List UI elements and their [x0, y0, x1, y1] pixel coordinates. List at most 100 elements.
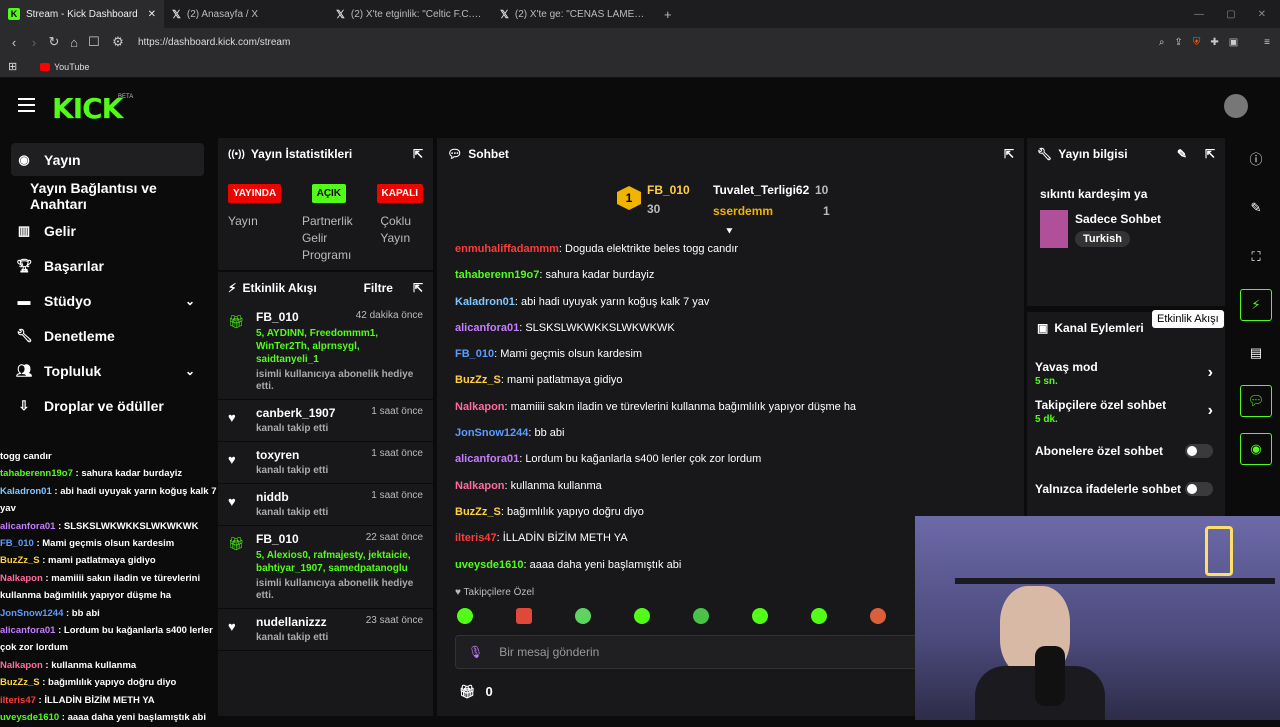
maximize-icon[interactable]: ▢ [1226, 9, 1235, 20]
emote[interactable] [811, 608, 827, 624]
bookmark-icon[interactable]: ☐ [84, 34, 104, 50]
tab-title: (2) X'te etginlik: "Celtic F.C. stadyum.… [350, 8, 484, 20]
sidebar-item-stream-key[interactable]: Yayın Bağlantısı ve Anahtarı [0, 178, 215, 213]
avatar[interactable] [1224, 94, 1248, 118]
chat-username[interactable]: FB_010 [455, 348, 494, 360]
chat-text: : mamiiii sakın iladin ve türevlerini [42, 572, 201, 584]
activity-feed-toggle-icon[interactable]: ⚡︎ [1240, 289, 1272, 321]
subscribers-only-toggle[interactable] [1185, 444, 1213, 458]
list-item[interactable]: 🎁︎ 22 saat önce FB_010 5, Alexios0, rafmaje… [218, 526, 433, 609]
site-settings-icon[interactable]: ⚙ [108, 34, 128, 50]
chat-username[interactable]: JonSnow1244 [455, 427, 528, 439]
close-tab-icon[interactable]: ✕ [148, 9, 156, 20]
multistream-status-badge: KAPALI [376, 184, 423, 203]
chat-username[interactable]: BuzZz_S [455, 374, 501, 386]
url-field[interactable]: https://dashboard.kick.com/stream [138, 37, 1159, 48]
heart-icon: ♥ [228, 619, 236, 634]
chat-username[interactable]: ilteris47 [455, 532, 497, 544]
tab-x-event[interactable]: 𝕏 (2) X'te etginlik: "Celtic F.C. stadyu… [328, 0, 492, 28]
chat-toggle-icon[interactable]: 💬︎ [1240, 385, 1272, 417]
list-item[interactable]: ♥ 23 saat önce nudellanizzz kanalı takip et… [218, 609, 433, 651]
sidebar-item-basarilar[interactable]: 🏆︎ Başarılar [0, 248, 215, 283]
edit-icon[interactable]: ✎ [1240, 192, 1272, 224]
neon-sign [1205, 526, 1233, 576]
list-item[interactable]: ♥ 1 saat önce canberk_1907 kanalı takip ett… [218, 400, 433, 442]
chat-username[interactable]: Nalkapon [455, 480, 505, 492]
brave-shield-icon[interactable]: ⛨ [1193, 37, 1201, 48]
heart-icon: ♥ [455, 587, 461, 598]
activity-time: 42 dakika önce [355, 310, 423, 321]
minimize-icon[interactable]: — [1194, 9, 1204, 20]
points-counter[interactable]: 🎁︎ 0 [459, 684, 493, 700]
chat-header: 💬︎ Sohbet ⇱ [437, 138, 1024, 170]
tab-x-post[interactable]: 𝕏 (2) X'te ge: "CENAS LAMENTAVEIS! P... [492, 0, 656, 28]
chat-username[interactable]: enmuhaliffadammm [455, 243, 559, 255]
popout-icon[interactable]: ⇱ [413, 147, 423, 161]
reload-icon[interactable]: ↻ [44, 34, 64, 50]
broadcast-toggle-icon[interactable]: ◉ [1240, 433, 1272, 465]
setting-slow-mode[interactable]: Yavaş mod 5 sn. › [1035, 360, 1219, 387]
sidebar-item-gelir[interactable]: ▥ Gelir [0, 213, 215, 248]
emote[interactable] [457, 608, 473, 624]
chat-username[interactable]: alicanfora01 [455, 453, 519, 465]
emote-only-toggle[interactable] [1185, 482, 1213, 496]
gift-icon: 🎁︎ [228, 536, 245, 551]
stream-title: sıkıntı kardeşim ya [1040, 187, 1148, 201]
chat-username[interactable]: Kaladron01 [455, 296, 515, 308]
emote[interactable] [752, 608, 768, 624]
hamburger-menu-icon[interactable] [18, 98, 35, 112]
sidebar-item-topluluk[interactable]: 👥︎ Topluluk ⌄ [0, 353, 215, 388]
chat-input-placeholder: Bir mesaj gönderin [499, 645, 600, 659]
chat-username[interactable]: Nalkapon [455, 401, 505, 413]
edit-icon[interactable]: ✎ [1177, 147, 1187, 161]
emote[interactable] [634, 608, 650, 624]
setting-followers-only[interactable]: Takipçilere özel sohbet 5 dk. › [1035, 398, 1219, 425]
chat-username[interactable]: BuzZz_S [455, 506, 501, 518]
share-icon[interactable]: ⇪ [1174, 37, 1182, 48]
info-icon[interactable]: ⓘ [1240, 142, 1272, 174]
chat-username[interactable]: tahaberenn19o7 [455, 269, 539, 281]
chat-message: Nalkapon: mamiiii sakın iladin ve türevl… [437, 394, 1024, 420]
list-item[interactable]: ♥ 1 saat önce niddb kanalı takip etti [218, 484, 433, 526]
emote[interactable] [870, 608, 886, 624]
kick-header [0, 80, 1280, 136]
chat-username: Nalkapon [0, 659, 43, 671]
wallet-icon[interactable]: ▣ [1229, 37, 1238, 48]
emote[interactable] [516, 608, 532, 624]
chat-username[interactable]: alicanfora01 [455, 322, 519, 334]
sidebar-item-label: Gelir [44, 222, 76, 239]
tab-kick-dashboard[interactable]: K Stream - Kick Dashboard ✕ [0, 0, 164, 28]
notes-icon[interactable]: ▤ [1240, 337, 1272, 369]
popout-icon[interactable]: ⇱ [1205, 147, 1215, 161]
extensions-icon[interactable]: ✚ [1210, 37, 1218, 48]
popout-icon[interactable]: ⇱ [1004, 147, 1014, 161]
sidebar-item-droplar[interactable]: ⇩ Droplar ve ödüller [0, 388, 215, 423]
close-window-icon[interactable]: ✕ [1258, 9, 1266, 20]
partner-status-badge: AÇIK [311, 184, 347, 203]
new-tab-icon[interactable]: + [664, 7, 672, 22]
chat-username[interactable]: uveysde1610 [455, 559, 524, 571]
home-icon[interactable]: ⌂ [64, 35, 84, 50]
zoom-icon[interactable]: ⌕ [1159, 37, 1165, 48]
list-item[interactable]: ♥ 1 saat önce toxyren kanalı takip etti [218, 442, 433, 484]
forward-icon[interactable]: › [24, 35, 44, 50]
filter-button[interactable]: Filtre [364, 281, 393, 295]
menu-icon[interactable]: ≡ [1264, 37, 1270, 48]
bookmark-youtube[interactable]: YouTube [54, 62, 89, 72]
emote[interactable] [575, 608, 591, 624]
back-icon[interactable]: ‹ [4, 35, 24, 50]
list-item[interactable]: 🎁︎ 42 dakika önce FB_010 5, AYDINN, Freedom… [218, 304, 433, 400]
sidebar-item-denetleme[interactable]: 🔧︎ Denetleme [0, 318, 215, 353]
chat-text: : bağımlılık yapıyo doğru diyo [500, 505, 644, 518]
emote[interactable] [693, 608, 709, 624]
tab-x-home[interactable]: 𝕏 (2) Anasayfa / X [164, 0, 328, 28]
focus-icon[interactable]: ⛶ [1240, 241, 1272, 273]
kick-logo[interactable]: KICK [52, 92, 123, 125]
popout-icon[interactable]: ⇱ [413, 281, 423, 295]
apps-grid-icon[interactable]: ⊞ [8, 60, 17, 73]
microphone-icon[interactable]: 🎙︎ [468, 645, 483, 659]
setting-subscribers-only: Abonelere özel sohbet [1035, 444, 1225, 458]
sidebar-item-yayin[interactable]: ◉ Yayın [11, 143, 204, 176]
beta-label: BETA [118, 94, 134, 100]
sidebar-item-studyo[interactable]: ▬ Stüdyo ⌄ [0, 283, 215, 318]
